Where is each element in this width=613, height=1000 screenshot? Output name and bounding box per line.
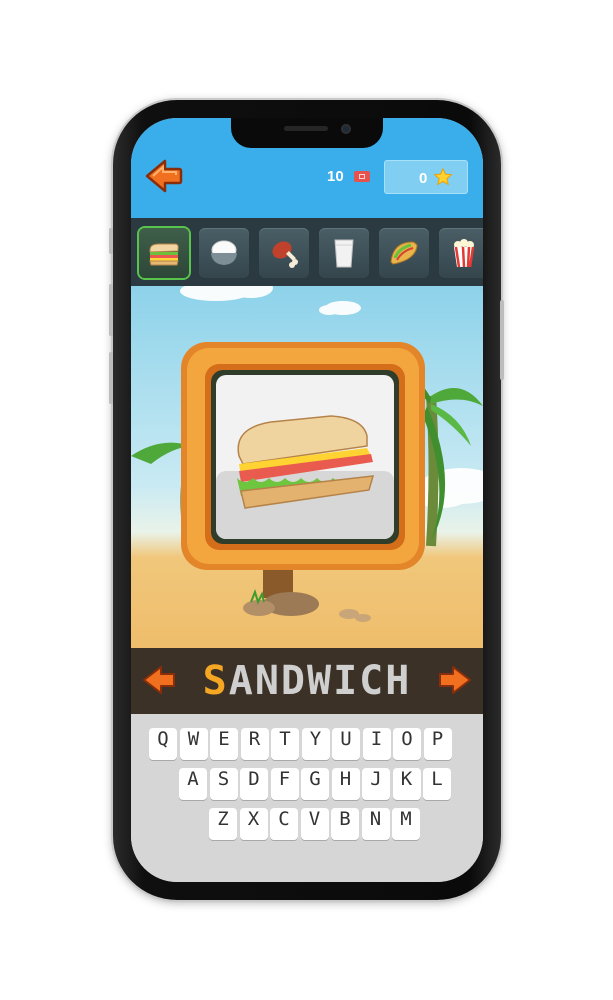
key-l[interactable]: L — [423, 768, 451, 800]
key-e[interactable]: E — [210, 728, 238, 760]
volume-up-button — [109, 284, 113, 336]
phone-screen: 10 0 SANDWICH Q W E R T Y U I O P A S D … — [131, 118, 483, 882]
key-m[interactable]: M — [392, 808, 420, 840]
category-taco[interactable] — [379, 228, 429, 278]
category-rice-bowl[interactable] — [199, 228, 249, 278]
key-r[interactable]: R — [240, 728, 269, 760]
scene-background — [131, 286, 483, 622]
stars-count: 0 — [419, 170, 428, 187]
word-bar: SANDWICH — [131, 648, 483, 714]
taco-icon — [390, 241, 418, 265]
notch — [231, 118, 383, 148]
key-i[interactable]: I — [362, 728, 391, 760]
category-meat[interactable] — [259, 228, 309, 278]
arrow-right-icon — [439, 666, 471, 694]
previous-word-button[interactable] — [141, 664, 177, 696]
letter-keyboard: QWERTYUIOP ASDFGHJKL ZXCVBNM — [131, 714, 483, 882]
answer-word: SANDWICH — [191, 658, 423, 704]
volume-down-button — [109, 352, 113, 404]
popcorn-icon — [454, 239, 475, 268]
milk-glass-icon — [334, 239, 354, 268]
key-o[interactable]: O — [393, 728, 421, 760]
sandwich-icon — [149, 243, 179, 266]
key-g[interactable]: G — [301, 768, 329, 800]
category-sandwich[interactable] — [139, 228, 189, 278]
key-k[interactable]: K — [392, 768, 421, 800]
key-f[interactable]: F — [270, 768, 299, 800]
tickets-count: 10 — [327, 168, 344, 185]
key-b[interactable]: B — [331, 808, 359, 840]
power-button — [500, 300, 504, 380]
next-word-button[interactable] — [437, 664, 473, 696]
star-icon — [433, 167, 453, 186]
key-y[interactable]: Y — [301, 728, 330, 760]
key-w[interactable]: W — [179, 728, 208, 760]
key-h[interactable]: H — [331, 768, 360, 800]
key-u[interactable]: U — [332, 728, 360, 760]
stars-counter: 0 — [384, 160, 468, 194]
key-j[interactable]: J — [362, 768, 390, 800]
rice-bowl-icon — [211, 240, 237, 265]
key-z[interactable]: Z — [209, 808, 237, 840]
key-c[interactable]: C — [270, 808, 298, 840]
answer-remaining-letters: ANDWICH — [228, 658, 412, 704]
answer-first-letter: S — [202, 658, 229, 704]
key-t[interactable]: T — [271, 728, 299, 760]
key-n[interactable]: N — [361, 808, 390, 840]
key-d[interactable]: D — [240, 768, 268, 800]
back-arrow-icon — [145, 159, 183, 193]
category-milk[interactable] — [319, 228, 369, 278]
game-scene — [131, 286, 483, 648]
meat-drumstick-icon — [272, 241, 298, 268]
back-button[interactable] — [143, 158, 183, 194]
arrow-left-icon — [143, 666, 175, 694]
front-camera — [341, 124, 351, 134]
key-s[interactable]: S — [209, 768, 238, 800]
silent-switch — [109, 228, 113, 254]
key-x[interactable]: X — [239, 808, 268, 840]
key-q[interactable]: Q — [149, 728, 177, 760]
category-strip — [131, 218, 483, 286]
category-popcorn[interactable] — [439, 228, 483, 278]
key-p[interactable]: P — [423, 728, 452, 760]
key-a[interactable]: A — [179, 768, 207, 800]
speaker — [284, 126, 328, 131]
ticket-icon — [354, 171, 370, 182]
key-v[interactable]: V — [300, 808, 329, 840]
